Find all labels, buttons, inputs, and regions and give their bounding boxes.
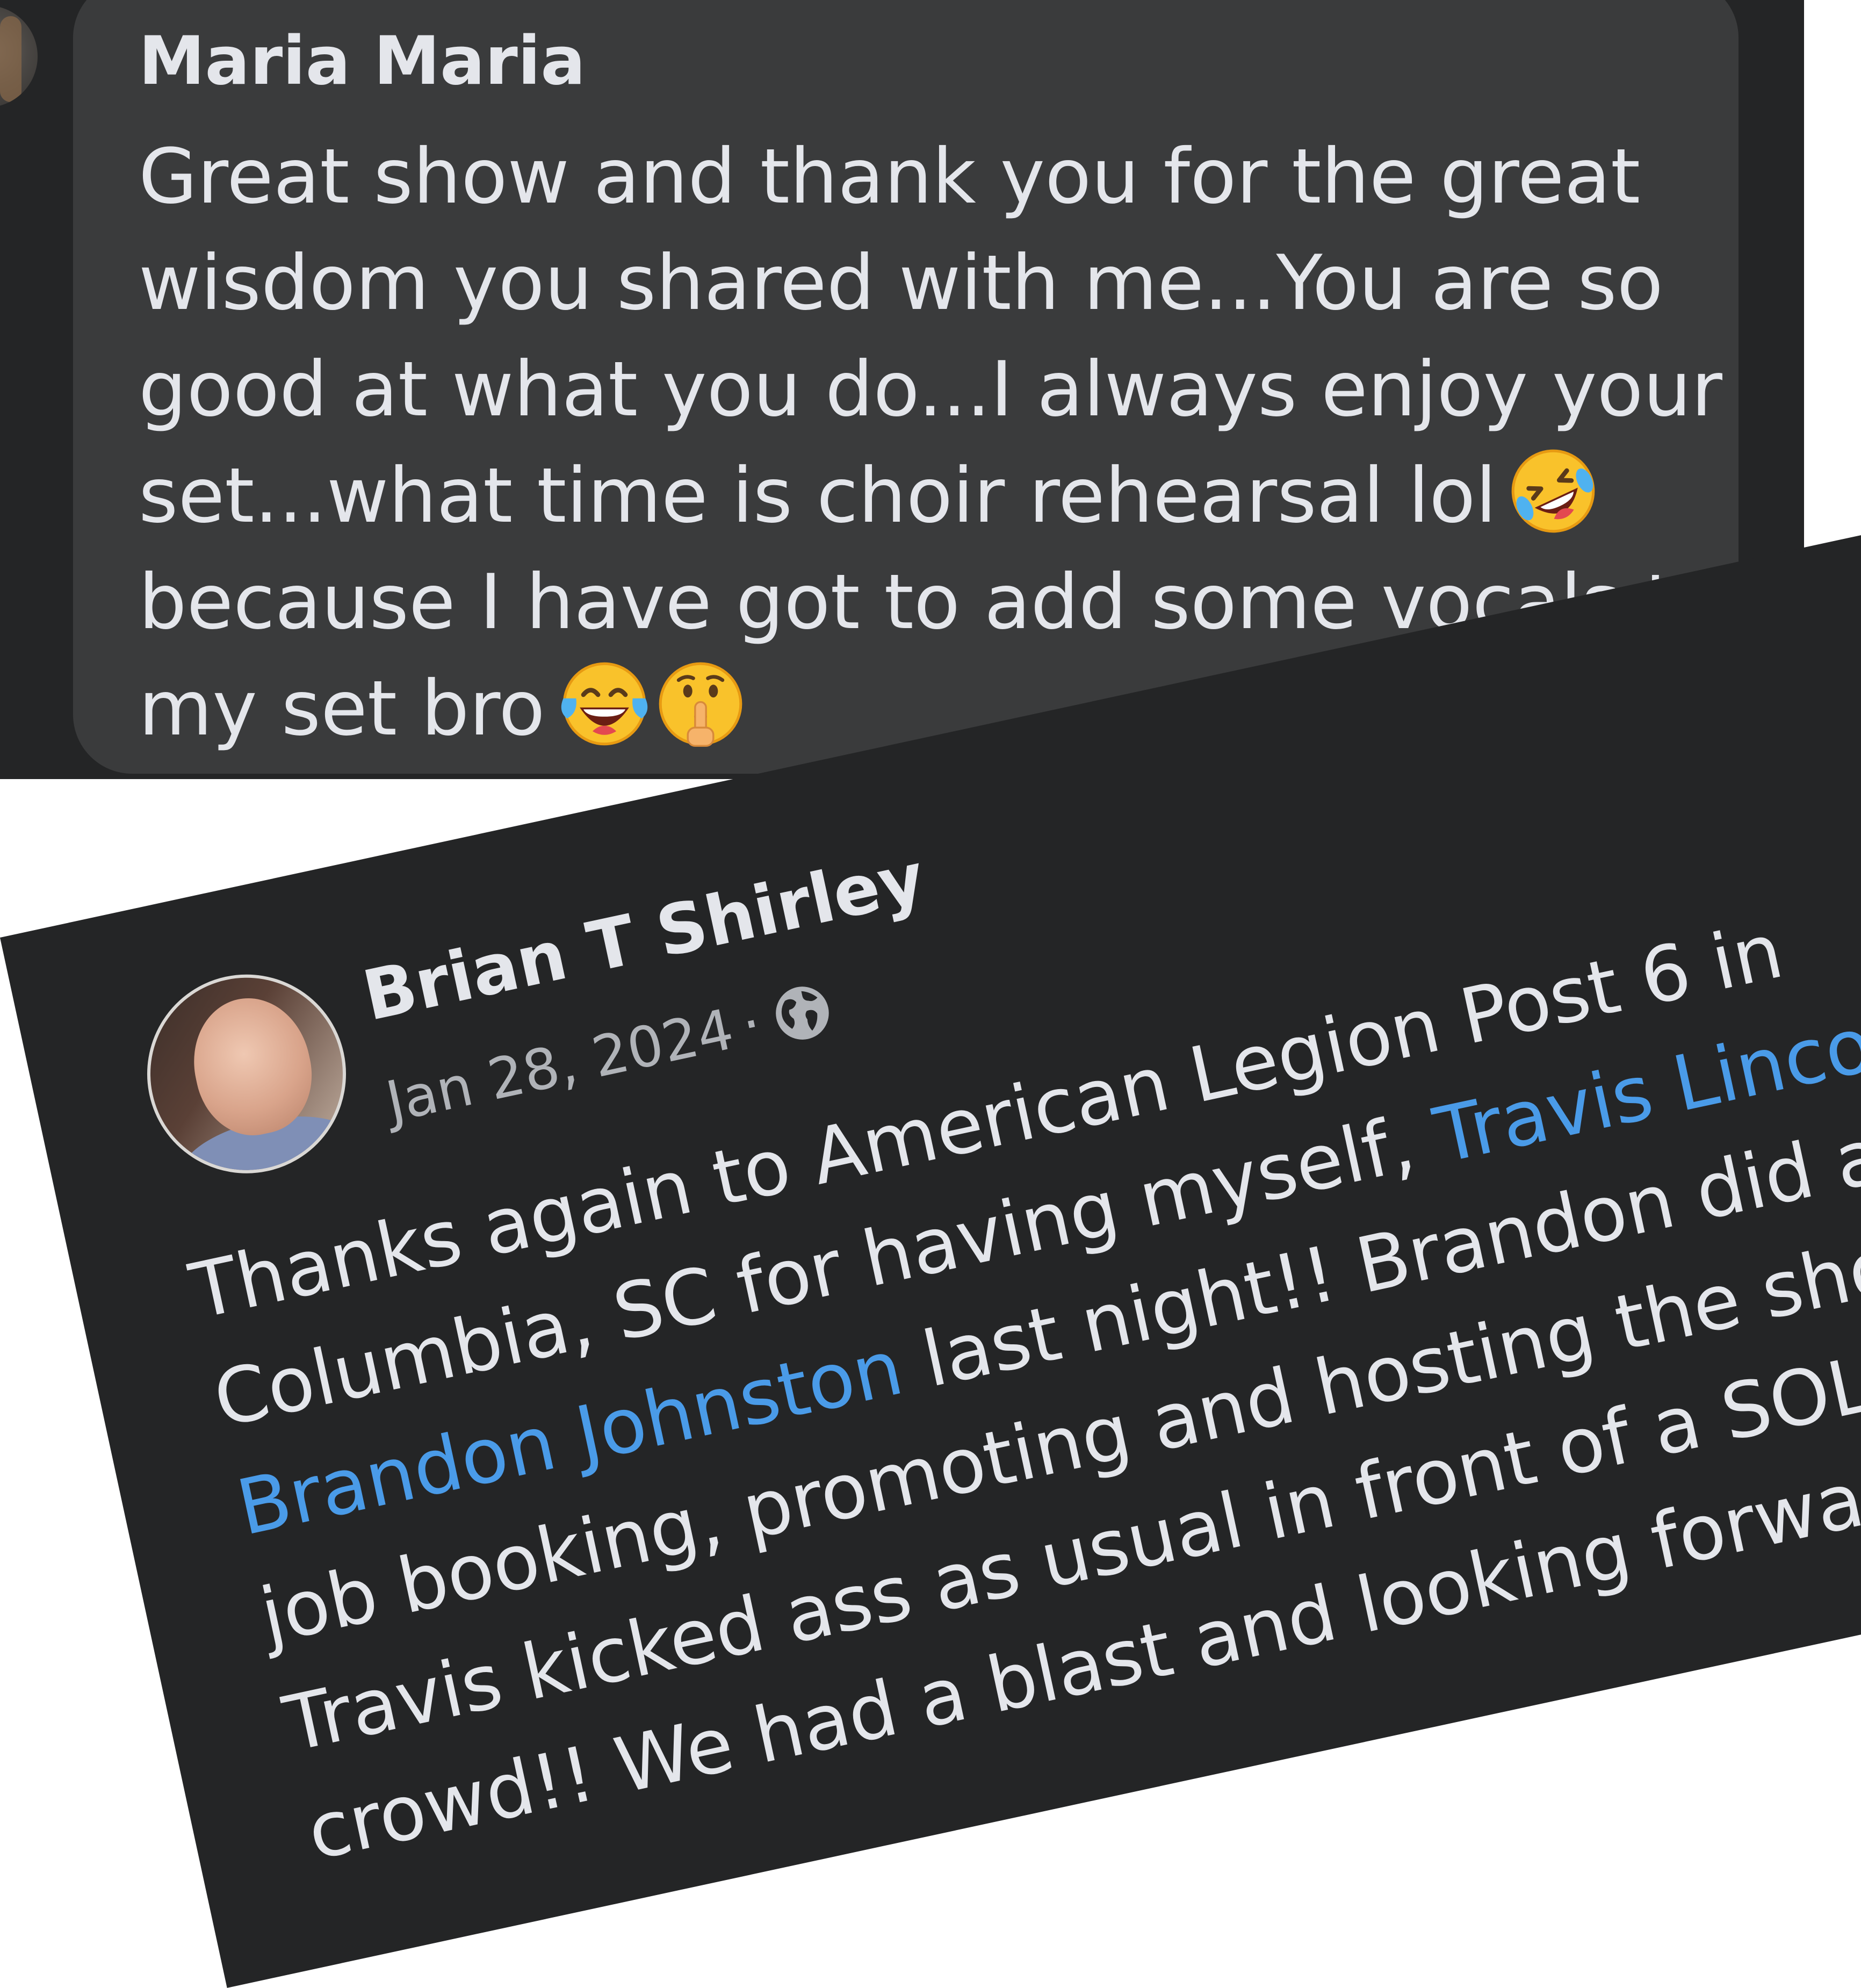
comment-line: good at what you do...I always enjoy you…: [139, 345, 1722, 434]
comment-line-text: set...what time is choir rehearsal lol: [139, 452, 1497, 540]
comment-line-text: my set bro: [139, 665, 545, 753]
globe-icon[interactable]: [766, 977, 838, 1049]
comment-line: set...what time is choir rehearsal lol: [139, 443, 1761, 549]
commenter-avatar[interactable]: [0, 5, 38, 107]
rolling-on-floor-laughing-icon: [1507, 445, 1599, 537]
comment-line: wisdom you shared with me...You are so: [139, 239, 1663, 327]
meta-separator: ·: [735, 990, 767, 1058]
post-author-name[interactable]: Brian T Shirley: [356, 838, 931, 1036]
post-author-avatar[interactable]: [128, 955, 365, 1192]
comment-line: Great show and thank you for the great: [139, 133, 1641, 221]
shushing-face-icon: [655, 658, 746, 750]
avatar-detail: [0, 16, 21, 102]
comment-author-name[interactable]: Maria Maria: [139, 23, 586, 100]
tears-of-joy-icon: [556, 658, 653, 750]
